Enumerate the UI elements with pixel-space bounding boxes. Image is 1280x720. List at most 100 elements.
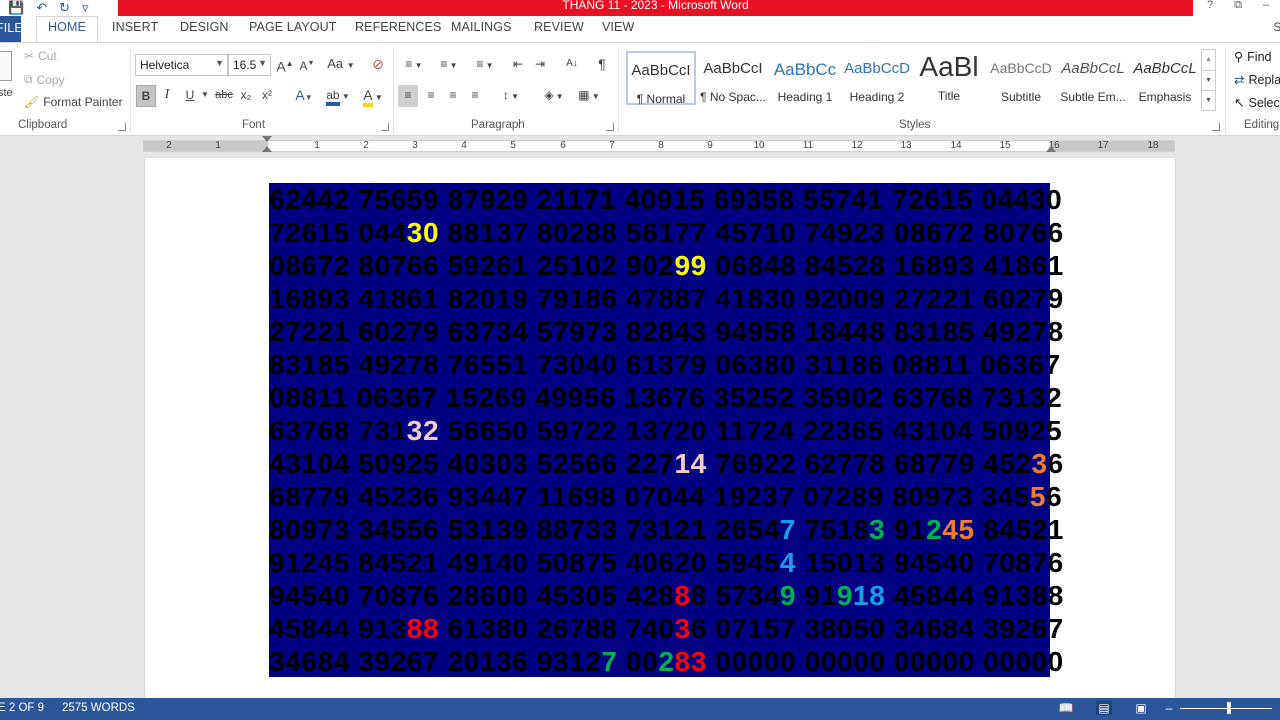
font-color-button[interactable]: A ▼	[358, 85, 388, 107]
grow-font-button[interactable]: A▲	[276, 54, 294, 76]
styles-gallery-scroll[interactable]: ▲ ▼ ▼	[1201, 49, 1216, 111]
shading-icon[interactable]: ◈ ▼	[538, 85, 570, 107]
style-emphasis[interactable]: AaBbCcL Emphasis	[1130, 51, 1200, 105]
line-spacing-icon[interactable]: ↕ ▼	[496, 85, 526, 107]
style-heading-2[interactable]: AaBbCcD Heading 2	[842, 51, 912, 105]
align-right-icon[interactable]: ≡	[443, 85, 463, 107]
paste-icon[interactable]	[0, 51, 12, 81]
subscript-button[interactable]: x₂	[237, 85, 255, 107]
tab-page-layout[interactable]: PAGE LAYOUT	[249, 20, 336, 34]
word-count[interactable]: 2575 WORDS	[62, 702, 135, 714]
highlighted-digits: 99	[674, 250, 707, 281]
tab-review[interactable]: REVIEW	[534, 20, 584, 34]
style-heading-1[interactable]: AaBbCc Heading 1	[770, 51, 840, 105]
sign-in-link[interactable]: Si	[1273, 20, 1280, 34]
page-count[interactable]: E 2 OF 9	[0, 702, 44, 714]
borders-icon[interactable]: ▦ ▼	[574, 85, 604, 107]
style-normal[interactable]: AaBbCcI ¶ Normal	[626, 51, 696, 106]
customize-qa-icon[interactable]: ▿	[82, 0, 89, 16]
status-bar: E 2 OF 9 2575 WORDS 📖 ▤ ▣ –	[0, 698, 1280, 720]
font-launcher-icon[interactable]	[381, 123, 389, 131]
align-left-icon[interactable]: ≡	[398, 85, 418, 107]
print-layout-icon[interactable]: ▤	[1096, 701, 1112, 715]
align-center-icon[interactable]: ≡	[421, 85, 441, 107]
tab-view[interactable]: VIEW	[602, 20, 634, 34]
zoom-slider-thumb[interactable]	[1227, 702, 1231, 714]
ruler-number: 14	[950, 140, 962, 151]
tab-references[interactable]: REFERENCES	[355, 20, 441, 34]
style-subtle-emphasis[interactable]: AaBbCcL Subtle Em...	[1058, 51, 1128, 105]
justify-icon[interactable]: ≡	[465, 85, 485, 107]
bold-button[interactable]: B	[136, 85, 156, 107]
ruler-area: 2 1 1 2 3 4 5 6 7 8 9 10 11 12 13 14 15 …	[0, 136, 1280, 158]
tab-design[interactable]: DESIGN	[180, 20, 229, 34]
bullets-icon[interactable]: ≡ ▼	[399, 54, 429, 76]
highlighted-digits: 4	[779, 547, 797, 578]
redo-icon[interactable]: ↻	[59, 0, 70, 16]
italic-button[interactable]: I	[158, 85, 176, 107]
replace-button[interactable]: ⇄ Repla	[1234, 72, 1280, 88]
more-styles-icon[interactable]: ▼	[1202, 90, 1215, 110]
right-indent-marker[interactable]	[1046, 146, 1056, 152]
arrow-up-icon: ▲	[285, 59, 294, 68]
chevron-down-icon[interactable]: ▼	[200, 85, 210, 107]
shrink-font-button[interactable]: A▼	[298, 54, 316, 76]
select-button[interactable]: ↖ Select	[1234, 95, 1280, 111]
style-title[interactable]: AaBl Title	[914, 51, 984, 105]
paste-button-label[interactable]: ste	[0, 87, 13, 99]
ruler-number: 4	[461, 140, 467, 151]
indent-marker[interactable]	[262, 146, 272, 152]
find-button[interactable]: ⚲ Find	[1234, 49, 1271, 65]
document-page[interactable]: 62442 75659 87929 21171 40915 69358 5574…	[144, 158, 1176, 698]
chevron-down-icon[interactable]: ▼	[1202, 70, 1215, 90]
strikethrough-button[interactable]: abc	[212, 85, 236, 107]
numbering-icon[interactable]: ≡ ▼	[434, 54, 464, 76]
ruler-number: 18	[1147, 140, 1159, 151]
save-icon[interactable]: 💾	[8, 0, 24, 16]
font-family-combo[interactable]: Helvetica ▼	[135, 54, 228, 76]
document-area[interactable]: 62442 75659 87929 21171 40915 69358 5574…	[0, 158, 1280, 698]
clear-formatting-icon[interactable]: ⊘	[368, 54, 388, 76]
copy-button[interactable]: ⧉ Copy	[24, 72, 65, 87]
show-formatting-icon[interactable]: ¶	[593, 54, 611, 76]
decrease-indent-icon[interactable]: ⇤	[509, 54, 527, 76]
text-effects-icon[interactable]: A▼	[292, 85, 316, 107]
highlighted-digits: 2	[926, 514, 943, 545]
zoom-out-icon[interactable]: –	[1161, 701, 1177, 715]
style-subtitle[interactable]: AaBbCcD Subtitle	[986, 51, 1056, 105]
ruler-number: 11	[802, 140, 814, 151]
ribbon-display-icon[interactable]: ⧉	[1224, 0, 1252, 16]
sort-icon[interactable]: A↓	[562, 54, 582, 76]
read-mode-icon[interactable]: 📖	[1058, 701, 1074, 715]
superscript-button[interactable]: x²	[258, 85, 276, 107]
clipboard-launcher-icon[interactable]	[118, 123, 126, 131]
help-icon[interactable]: ?	[1196, 0, 1224, 16]
indent-marker[interactable]	[262, 136, 272, 142]
underline-button[interactable]: U	[180, 85, 200, 107]
zoom-slider[interactable]	[1180, 708, 1272, 709]
separator	[130, 47, 131, 133]
web-layout-icon[interactable]: ▣	[1133, 701, 1149, 715]
change-case-button[interactable]: Aa ▼	[326, 54, 356, 76]
paragraph-launcher-icon[interactable]	[606, 123, 614, 131]
tab-mailings[interactable]: MAILINGS	[451, 20, 512, 34]
styles-launcher-icon[interactable]	[1212, 123, 1220, 131]
chevron-down-icon: ▼	[589, 92, 600, 101]
increase-indent-icon[interactable]: ⇥	[531, 54, 549, 76]
style-no-spacing[interactable]: AaBbCcI ¶ No Spac...	[698, 51, 768, 105]
font-size-combo[interactable]: 16.5 ▼	[228, 54, 271, 76]
window-controls: ? ⧉ –	[1196, 0, 1280, 16]
chevron-down-icon: ▼	[258, 58, 267, 68]
cut-button[interactable]: ✂ Cut	[24, 49, 57, 63]
horizontal-ruler[interactable]: 2 1 1 2 3 4 5 6 7 8 9 10 11 12 13 14 15 …	[143, 136, 1175, 152]
ruler-number: 17	[1097, 140, 1109, 151]
multilevel-list-icon[interactable]: ≡ ▼	[470, 54, 500, 76]
minimize-icon[interactable]: –	[1252, 0, 1280, 16]
tab-home[interactable]: HOME	[36, 16, 98, 43]
tab-file[interactable]: FILE	[0, 16, 21, 42]
highlight-button[interactable]: ab ▼	[322, 85, 354, 107]
chevron-up-icon[interactable]: ▲	[1202, 50, 1215, 70]
tab-insert[interactable]: INSERT	[112, 20, 158, 34]
undo-icon[interactable]: ↶	[36, 0, 47, 16]
format-painter-button[interactable]: 🖌 Format Painter	[24, 95, 123, 109]
